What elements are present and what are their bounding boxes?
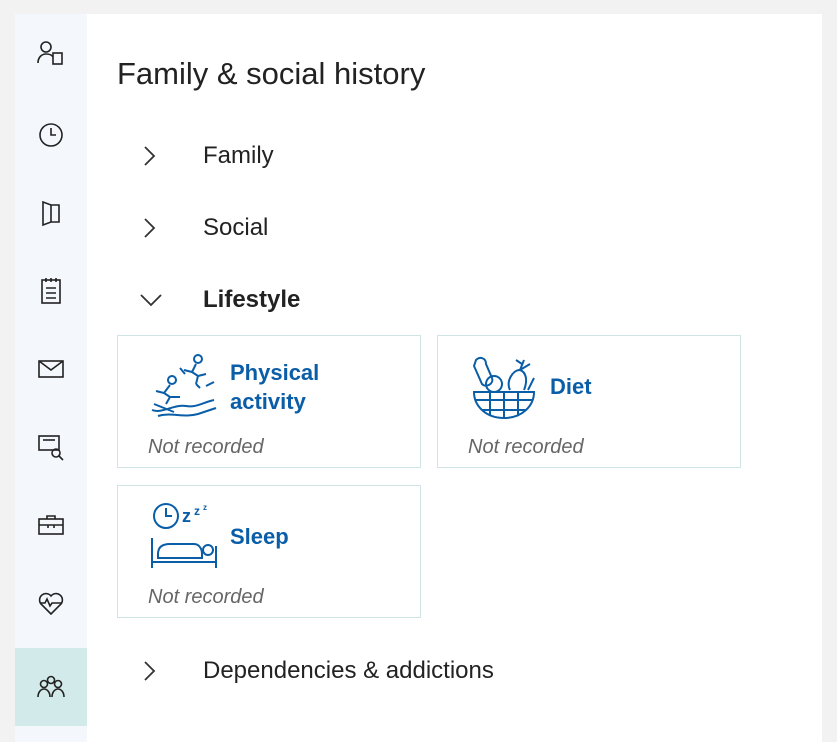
sidebar-item-messages[interactable] — [15, 330, 87, 408]
sidebar-item-family-social[interactable] — [15, 648, 87, 726]
envelope-icon — [38, 360, 64, 378]
clock-icon — [39, 123, 63, 147]
svg-text:z: z — [203, 503, 207, 512]
card-physical-activity[interactable]: Physical activity Not recorded — [117, 335, 421, 468]
diet-basket-icon — [472, 356, 536, 420]
section-lifestyle[interactable]: Lifestyle — [117, 276, 300, 324]
section-social[interactable]: Social — [117, 204, 268, 252]
heart-pulse-icon — [38, 592, 64, 616]
card-status: Not recorded — [148, 586, 264, 608]
people-group-icon — [37, 675, 65, 698]
card-status: Not recorded — [468, 436, 584, 458]
card-title: Diet — [550, 374, 592, 399]
screen-search-icon — [38, 435, 64, 461]
main-content: Family & social history Family Social Li… — [87, 14, 822, 742]
section-family[interactable]: Family — [117, 132, 274, 180]
sidebar-item-patient-details[interactable] — [15, 14, 87, 92]
person-document-icon — [37, 41, 63, 65]
app-frame: Family & social history Family Social Li… — [15, 14, 822, 742]
sidebar-item-history[interactable] — [15, 96, 87, 174]
svg-text:z: z — [194, 504, 200, 518]
notepad-icon — [41, 278, 61, 304]
card-title: Sleep — [230, 524, 289, 549]
svg-text:z: z — [182, 506, 191, 526]
sidebar-item-health[interactable] — [15, 564, 87, 642]
section-label: Social — [203, 214, 269, 241]
chevron-down-icon — [117, 285, 203, 315]
section-dependencies[interactable]: Dependencies & addictions — [117, 647, 494, 695]
section-label: Dependencies & addictions — [203, 657, 494, 684]
sidebar — [15, 14, 87, 742]
sidebar-item-notes[interactable] — [15, 252, 87, 330]
sidebar-item-records[interactable] — [15, 174, 87, 252]
card-title-line2: activity — [230, 389, 306, 414]
card-title-line1: Physical — [230, 360, 320, 385]
chevron-right-icon — [117, 141, 203, 171]
card-status: Not recorded — [148, 436, 264, 458]
briefcase-icon — [38, 515, 64, 535]
card-diet[interactable]: Diet Not recorded — [437, 335, 741, 468]
open-book-icon — [42, 200, 60, 227]
section-label: Family — [203, 142, 274, 169]
sleep-bed-icon: z z z — [151, 503, 217, 568]
physical-activity-icon — [151, 354, 217, 417]
page-title: Family & social history — [117, 56, 426, 91]
sidebar-item-work[interactable] — [15, 486, 87, 564]
section-label: Lifestyle — [203, 286, 301, 313]
chevron-right-icon — [117, 213, 203, 243]
sidebar-item-search[interactable] — [15, 408, 87, 486]
card-sleep[interactable]: z z z Sleep Not recorded — [117, 485, 421, 618]
chevron-right-icon — [117, 656, 203, 686]
